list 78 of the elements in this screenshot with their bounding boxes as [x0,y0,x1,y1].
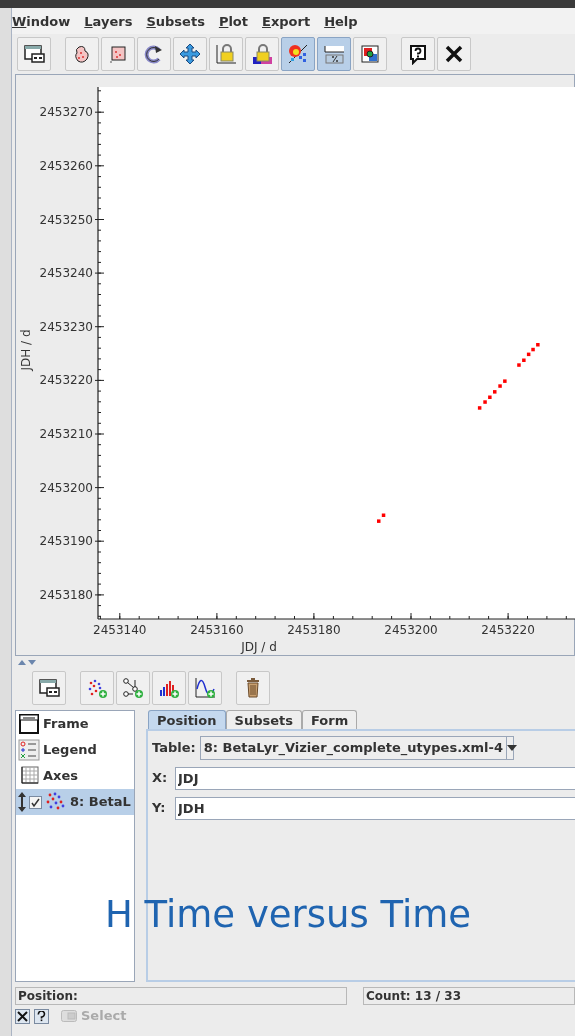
window-icon [61,1010,77,1022]
dropdown-caret-icon [506,745,517,751]
axis-tick-label: 2453190 [39,534,93,549]
position-readout: Position: [15,987,347,1005]
toolbar-button[interactable] [17,37,51,71]
axes-icon [18,765,40,787]
legend-icon [18,739,40,761]
caption: H Time versus Time [105,893,472,937]
menu-item[interactable]: Help [324,12,358,32]
layer-list-item[interactable]: Legend [16,737,134,763]
axis-tick-label: 2453230 [39,319,93,334]
axis-tick-label: 2453210 [39,427,93,441]
toolbar-button[interactable] [173,37,207,71]
axis-tick-label: 2453200 [384,623,438,637]
axis-tick-label: 2453180 [287,623,341,637]
window-icon [23,43,45,65]
menu-item[interactable]: Plot [218,12,248,32]
collapse-up-icon[interactable] [18,659,26,665]
rect-zoom-icon [107,43,129,65]
table-dropdown[interactable]: 8: BetaLyr_Vizier_complete_utypes.xml-4 [199,736,514,760]
close-icon [17,1010,28,1022]
layer-list-item[interactable]: Frame [16,711,134,737]
field-label: Table: [152,739,196,758]
axis-tick-label: 2453250 [39,212,93,227]
layer-checkbox[interactable] [29,795,42,809]
axis-tick-label: 2453240 [39,266,93,281]
density-map-icon [287,43,309,65]
axis-tick-label: 2453160 [190,623,244,637]
toolbar-button[interactable] [32,671,66,705]
tab[interactable]: Position [148,710,226,729]
close-icon [443,43,465,65]
layer-list-item[interactable]: 8: BetaL [16,789,134,815]
axis-title: JDJ / d [241,640,277,654]
count-readout: Count: 13 / 33 [363,987,575,1005]
axis-tick-label: 2453200 [39,480,93,495]
data-point [477,406,482,410]
frame-icon [18,713,40,735]
axis-tick-label: 2453260 [39,158,93,173]
help-button[interactable] [34,1008,49,1024]
axis-tick-label: 2453270 [39,105,93,120]
close-button[interactable] [15,1008,30,1024]
padlock-icon [251,43,273,65]
tab[interactable]: Subsets [225,710,302,729]
tab[interactable]: Form [301,710,358,729]
axis-tick-label: 2453180 [39,587,93,602]
field-label: Y: [152,799,167,818]
field-label: X: [152,769,169,788]
image-export-icon [359,43,381,65]
move-arrows-icon [179,43,201,65]
toolbar-button[interactable] [401,37,435,71]
collapse-down-icon[interactable] [28,659,36,665]
window-icon [38,677,60,699]
linked-points-plus-icon [122,677,144,699]
axis-tick-label: 2453140 [93,623,147,637]
help-icon [37,1010,46,1022]
toolbar-button[interactable] [437,37,471,71]
menu-item[interactable]: Subsets [146,12,205,32]
scatter-plus-icon [86,677,108,699]
axis-tick-label: 2453220 [39,373,93,388]
data-point [381,513,386,517]
input-field[interactable]: JDH [175,796,575,820]
toolbar-button[interactable] [353,37,387,71]
menu-item[interactable]: Window [12,12,71,32]
input-field[interactable]: JDJ [175,766,575,790]
data-point [377,519,381,523]
toolbar-button[interactable] [137,37,171,71]
reorder-handle-icon[interactable] [18,792,26,812]
layer-list-item[interactable]: Axes [16,763,134,789]
axis-tick-label: 2453220 [481,623,535,637]
percent-scale-icon [323,43,345,65]
toolbar-button[interactable] [152,671,186,705]
menu-item[interactable]: Layers [84,12,133,32]
padlock-icon [215,43,237,65]
sine-curve-plus-icon [194,677,216,699]
toolbar-button[interactable] [245,37,279,71]
help-icon [407,43,429,65]
axis-title: JDH / d [19,329,33,371]
menu-item[interactable]: Export [262,12,311,32]
